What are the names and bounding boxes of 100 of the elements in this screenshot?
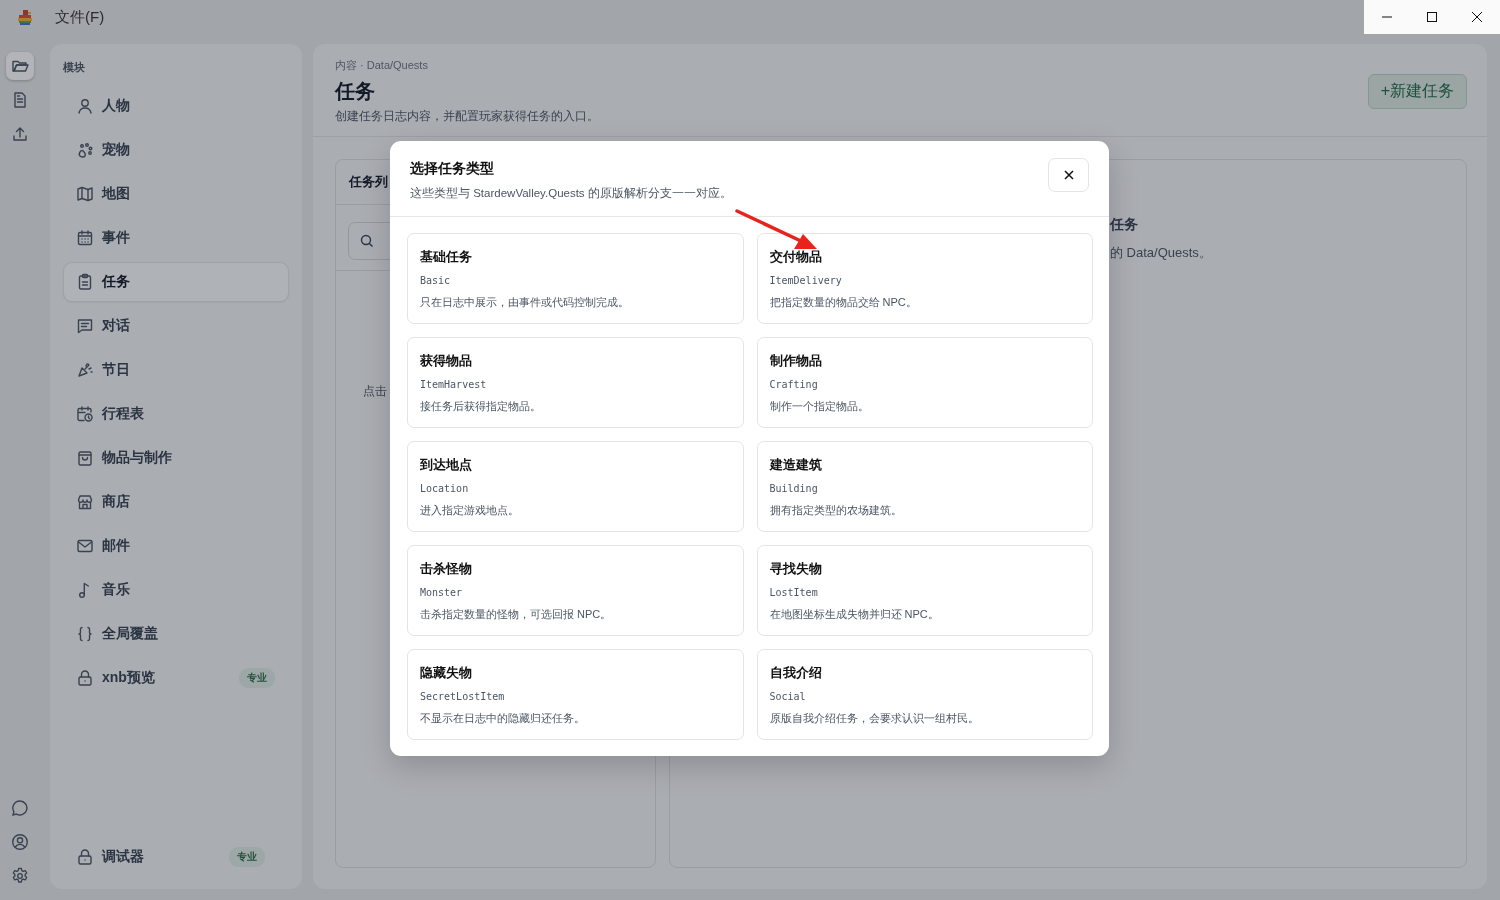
close-icon bbox=[1062, 169, 1075, 181]
sidebar-item[interactable]: 任务 bbox=[63, 262, 289, 302]
item-label: 地图 bbox=[102, 185, 130, 203]
sidebar-item[interactable]: 宠物 bbox=[63, 130, 289, 170]
search-icon bbox=[360, 234, 374, 248]
type-name: 隐藏失物 bbox=[420, 664, 473, 682]
type-description: 接任务后获得指定物品。 bbox=[420, 399, 542, 414]
type-code: Building bbox=[769, 483, 819, 494]
sidebar-item[interactable]: 调试器 专业 bbox=[63, 837, 289, 877]
type-code: Monster bbox=[420, 587, 464, 598]
sidebar-item[interactable]: 物品与制作 bbox=[63, 438, 289, 478]
sidebar-item[interactable]: 商店 bbox=[63, 482, 289, 522]
item-label: 任务 bbox=[102, 273, 130, 291]
paw-icon bbox=[76, 141, 94, 159]
type-name: 交付物品 bbox=[769, 248, 823, 266]
item-label: 邮件 bbox=[102, 537, 130, 555]
item-label: 物品与制作 bbox=[102, 449, 172, 467]
clipboard-icon bbox=[76, 273, 94, 291]
quest-type-card[interactable]: 寻找失物 LostItem 在地图坐标生成失物并归还 NPC。 bbox=[756, 545, 1093, 636]
card-description: 的 Data/Quests。 bbox=[1110, 244, 1213, 262]
sidebar-item[interactable]: xnb预览 专业 bbox=[63, 658, 289, 698]
shopping-bag-icon bbox=[76, 449, 94, 467]
menu-item[interactable]: 文件(F) bbox=[55, 7, 105, 25]
sidebar-item[interactable]: 邮件 bbox=[63, 526, 289, 566]
store-icon bbox=[76, 493, 94, 511]
empty-hint: 点击 bbox=[363, 384, 387, 398]
quest-type-card[interactable]: 交付物品 ItemDelivery 把指定数量的物品交给 NPC。 bbox=[756, 233, 1093, 324]
item-label: 商店 bbox=[102, 493, 130, 511]
quest-type-card[interactable]: 建造建筑 Building 拥有指定类型的农场建筑。 bbox=[756, 441, 1093, 532]
type-name: 制作物品 bbox=[769, 352, 823, 370]
page-description: 创建任务日志内容，并配置玩家获得任务的入口。 bbox=[335, 109, 599, 124]
pro-badge: 专业 bbox=[239, 668, 275, 688]
logo-icon bbox=[15, 7, 35, 27]
type-code: ItemHarvest bbox=[420, 379, 488, 390]
section-heading: 模块 bbox=[63, 60, 86, 75]
party-popper-icon bbox=[76, 361, 94, 379]
page-title: 任务 bbox=[335, 79, 376, 104]
type-description: 只在日志中展示，由事件或代码控制完成。 bbox=[420, 295, 630, 310]
sidebar-item[interactable]: 对话 bbox=[63, 306, 289, 346]
maximize-icon bbox=[1426, 11, 1438, 23]
type-code: ItemDelivery bbox=[769, 275, 843, 286]
card-title: 任务 bbox=[1110, 216, 1139, 234]
type-name: 到达地点 bbox=[420, 456, 473, 474]
lock-icon bbox=[76, 848, 94, 866]
close-button[interactable] bbox=[1048, 158, 1089, 192]
item-label: 对话 bbox=[102, 317, 130, 335]
type-name: 寻找失物 bbox=[769, 560, 823, 578]
type-name: 获得物品 bbox=[420, 352, 473, 370]
type-name: 建造建筑 bbox=[769, 456, 823, 474]
chat-icon[interactable] bbox=[11, 799, 29, 817]
type-description: 把指定数量的物品交给 NPC。 bbox=[769, 295, 918, 310]
type-code: SecretLostItem bbox=[420, 691, 506, 702]
type-description: 不显示在日志中的隐藏归还任务。 bbox=[420, 711, 586, 726]
item-label: 音乐 bbox=[102, 581, 130, 599]
sidebar-item[interactable]: 人物 bbox=[63, 86, 289, 126]
quest-type-card[interactable]: 自我介绍 Social 原版自我介绍任务，会要求认识一组村民。 bbox=[756, 649, 1093, 740]
item-label: 人物 bbox=[102, 97, 130, 115]
sidebar-item[interactable]: 节日 bbox=[63, 350, 289, 390]
type-description: 拥有指定类型的农场建筑。 bbox=[769, 503, 903, 518]
breadcrumb: 内容 · Data/Quests bbox=[335, 58, 429, 73]
item-label: xnb预览 bbox=[102, 669, 155, 687]
quest-type-card[interactable]: 击杀怪物 Monster 击杀指定数量的怪物，可选回报 NPC。 bbox=[407, 545, 744, 636]
dialog-title: 选择任务类型 bbox=[410, 160, 495, 178]
item-label: 调试器 bbox=[102, 848, 144, 866]
type-description: 击杀指定数量的怪物，可选回报 NPC。 bbox=[420, 607, 613, 622]
sidebar-item[interactable]: 全局覆盖 bbox=[63, 614, 289, 654]
close-icon bbox=[1471, 11, 1484, 23]
type-code: LostItem bbox=[769, 587, 819, 598]
type-description: 制作一个指定物品。 bbox=[769, 399, 870, 414]
type-description: 进入指定游戏地点。 bbox=[420, 503, 520, 518]
sidebar-item[interactable]: 音乐 bbox=[63, 570, 289, 610]
user-icon[interactable] bbox=[11, 833, 29, 851]
sidebar-item[interactable]: 事件 bbox=[63, 218, 289, 258]
lock-icon bbox=[76, 669, 94, 687]
item-label: 行程表 bbox=[102, 405, 144, 423]
item-label: 全局覆盖 bbox=[102, 625, 158, 643]
calendar-clock-icon bbox=[76, 405, 94, 423]
sidebar-item[interactable]: 地图 bbox=[63, 174, 289, 214]
type-description: 在地图坐标生成失物并归还 NPC。 bbox=[769, 607, 940, 622]
person-icon bbox=[76, 97, 94, 115]
type-code: Social bbox=[769, 691, 807, 702]
settings-icon[interactable] bbox=[11, 867, 29, 885]
map-icon bbox=[76, 185, 94, 203]
type-description: 原版自我介绍任务，会要求认识一组村民。 bbox=[769, 711, 980, 726]
quest-type-card[interactable]: 到达地点 Location 进入指定游戏地点。 bbox=[407, 441, 744, 532]
quest-type-card[interactable]: 制作物品 Crafting 制作一个指定物品。 bbox=[756, 337, 1093, 428]
quest-type-card[interactable]: 获得物品 ItemHarvest 接任务后获得指定物品。 bbox=[407, 337, 744, 428]
type-code: Location bbox=[420, 483, 470, 494]
card-title: 任务列 bbox=[349, 173, 388, 191]
quest-type-card[interactable]: 隐藏失物 SecretLostItem 不显示在日志中的隐藏归还任务。 bbox=[407, 649, 744, 740]
type-code: Basic bbox=[420, 275, 452, 286]
message-icon bbox=[76, 317, 94, 335]
item-label: 节日 bbox=[102, 361, 130, 379]
sidebar-item[interactable]: 行程表 bbox=[63, 394, 289, 434]
new-quest-button[interactable]: +新建任务 bbox=[1367, 74, 1467, 109]
type-name: 击杀怪物 bbox=[420, 560, 473, 578]
folder-icon[interactable] bbox=[6, 52, 34, 80]
calendar-icon bbox=[76, 229, 94, 247]
quest-type-card[interactable]: 基础任务 Basic 只在日志中展示，由事件或代码控制完成。 bbox=[407, 233, 744, 324]
braces-icon bbox=[76, 625, 94, 643]
